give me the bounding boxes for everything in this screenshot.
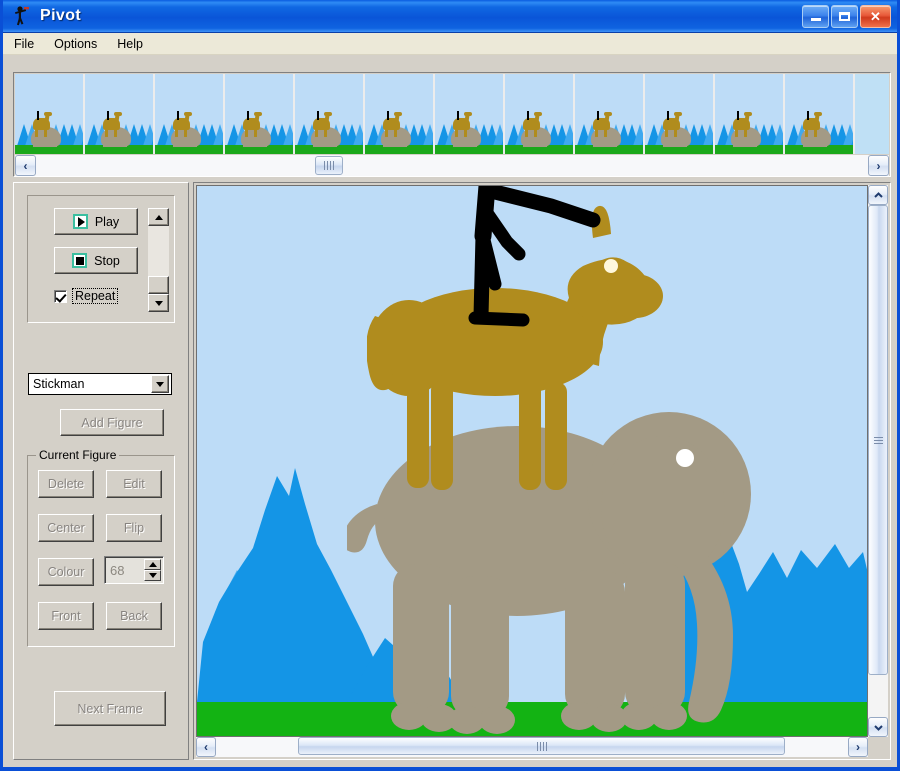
scrollbar-corner [868, 737, 888, 757]
menu-item-help[interactable]: Help [108, 35, 152, 53]
stop-icon [72, 253, 88, 268]
send-to-back-button[interactable]: Back [106, 602, 162, 630]
speed-scroll-track[interactable] [148, 226, 169, 294]
animation-canvas-panel: ‹ › [193, 182, 891, 760]
menu-item-options[interactable]: Options [45, 35, 106, 53]
current-figure-legend: Current Figure [36, 448, 120, 462]
frame-thumbnail[interactable] [715, 74, 785, 154]
elephant-eye [676, 449, 694, 467]
frame-thumbnail[interactable] [365, 74, 435, 154]
speed-scroll-up-icon[interactable] [148, 208, 169, 226]
frame-thumbnail[interactable] [435, 74, 505, 154]
frame-thumbnail[interactable] [785, 74, 855, 154]
menu-item-file[interactable]: File [5, 35, 43, 53]
colour-stepper-value: 68 [110, 562, 125, 578]
filmstrip-scroll-track[interactable] [36, 155, 868, 176]
canvas-scroll-down-icon[interactable] [868, 717, 888, 737]
play-button-label: Play [94, 214, 120, 229]
playback-group: Play Stop Repeat [27, 195, 175, 323]
frame-filmstrip-panel: ‹ › [13, 72, 891, 177]
canvas-scroll-right-icon[interactable]: › [848, 737, 868, 757]
frame-thumbnail[interactable] [155, 74, 225, 154]
pivot-application-window: Pivot ✕ File Options Help ‹ › Play Stop … [0, 0, 900, 771]
canvas-scroll-left-icon[interactable]: ‹ [196, 737, 216, 757]
window-controls: ✕ [802, 4, 897, 28]
add-figure-button[interactable]: Add Figure [60, 409, 164, 436]
center-figure-button[interactable]: Center [38, 514, 94, 542]
frame-thumbnail[interactable] [505, 74, 575, 154]
colour-stepper-up-icon[interactable] [144, 559, 161, 570]
current-figure-group: Current Figure Delete Edit Center Flip C… [27, 448, 175, 647]
frame-thumbnail[interactable] [225, 74, 295, 154]
flip-figure-button[interactable]: Flip [106, 514, 162, 542]
colour-stepper-down-icon[interactable] [144, 570, 161, 581]
canvas-horizontal-scroll-thumb[interactable] [298, 737, 785, 755]
menu-bar: File Options Help [3, 33, 897, 55]
repeat-checkbox-box[interactable] [54, 289, 67, 303]
frame-thumbnail[interactable] [575, 74, 645, 154]
stop-button-label: Stop [94, 253, 120, 268]
frame-thumbnail[interactable] [15, 74, 85, 154]
window-title: Pivot [40, 7, 82, 24]
bring-to-front-button[interactable]: Front [38, 602, 94, 630]
figure-stickman[interactable] [445, 186, 645, 349]
colour-button[interactable]: Colour [38, 558, 94, 586]
delete-figure-button[interactable]: Delete [38, 470, 94, 498]
figure-type-select[interactable]: Stickman [28, 373, 172, 395]
canvas-horizontal-scrollbar[interactable]: ‹ › [196, 737, 868, 757]
speed-scrollbar[interactable] [148, 208, 169, 312]
filmstrip-scroll-left-icon[interactable]: ‹ [15, 155, 36, 176]
repeat-checkbox[interactable]: Repeat [54, 288, 119, 304]
title-bar[interactable]: Pivot ✕ [3, 0, 897, 33]
speed-scroll-down-icon[interactable] [148, 294, 169, 312]
stop-button[interactable]: Stop [54, 247, 138, 274]
play-icon [72, 214, 88, 229]
chevron-down-icon[interactable] [151, 375, 169, 393]
control-panel: Play Stop Repeat Stickman Add Figure Cur… [13, 182, 189, 760]
close-button[interactable]: ✕ [860, 4, 891, 28]
maximize-button[interactable] [831, 4, 858, 28]
animation-canvas[interactable] [196, 185, 868, 737]
frame-thumbnail[interactable] [85, 74, 155, 154]
frame-thumbnail-list[interactable] [15, 74, 889, 154]
colour-stepper[interactable]: 68 [104, 556, 164, 584]
canvas-scroll-up-icon[interactable] [868, 185, 888, 205]
repeat-checkbox-label: Repeat [72, 288, 119, 304]
frame-thumbnail[interactable] [295, 74, 365, 154]
filmstrip-scroll-thumb[interactable] [315, 156, 343, 175]
canvas-vertical-scroll-thumb[interactable] [868, 205, 888, 675]
next-frame-button[interactable]: Next Frame [54, 691, 166, 726]
canvas-horizontal-scroll-track[interactable] [216, 737, 848, 757]
play-button[interactable]: Play [54, 208, 138, 235]
stickman-icon [12, 5, 32, 27]
speed-scroll-thumb[interactable] [148, 276, 169, 294]
minimize-button[interactable] [802, 4, 829, 28]
colour-stepper-buttons [144, 559, 161, 581]
edit-figure-button[interactable]: Edit [106, 470, 162, 498]
filmstrip-scroll-right-icon[interactable]: › [868, 155, 889, 176]
filmstrip-scrollbar[interactable]: ‹ › [15, 155, 889, 176]
canvas-vertical-scrollbar[interactable] [868, 185, 888, 737]
figure-type-value: Stickman [33, 377, 85, 391]
frame-thumbnail[interactable] [645, 74, 715, 154]
